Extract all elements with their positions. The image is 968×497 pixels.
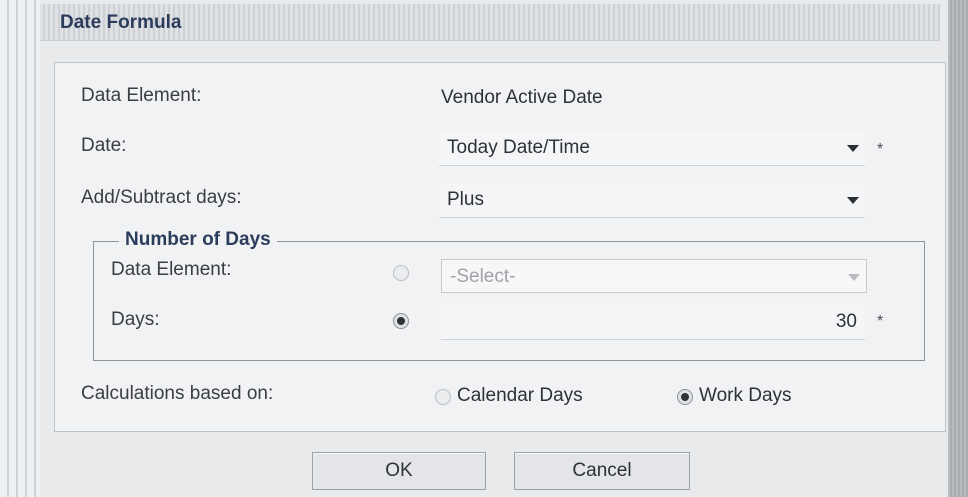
days-label: Days: — [111, 309, 160, 330]
date-formula-dialog: Date Formula Data Element: Vendor Active… — [40, 0, 948, 497]
days-data-element-select[interactable]: -Select- — [441, 259, 867, 293]
required-marker: * — [877, 141, 884, 158]
chevron-down-icon — [847, 145, 859, 152]
add-subtract-select[interactable]: Plus — [439, 183, 865, 218]
calendar-days-radio[interactable] — [435, 389, 451, 405]
date-label: Date: — [81, 135, 127, 156]
date-select-value: Today Date/Time — [447, 137, 590, 158]
data-element-value: Vendor Active Date — [441, 87, 603, 108]
required-marker: * — [877, 313, 884, 330]
form-panel: Data Element: Vendor Active Date Date: T… — [54, 62, 946, 432]
data-element-radio[interactable] — [393, 265, 409, 281]
data-element-label: Data Element: — [81, 85, 202, 106]
days-data-element-label: Data Element: — [111, 259, 232, 280]
chevron-down-icon — [847, 197, 859, 204]
background-window-edge — [0, 0, 40, 497]
cancel-button[interactable]: Cancel — [514, 452, 690, 490]
add-subtract-select-value: Plus — [447, 189, 484, 210]
dialog-title: Date Formula — [60, 12, 182, 33]
days-input-value: 30 — [835, 311, 857, 332]
days-input[interactable]: 30 — [441, 305, 865, 340]
chevron-down-icon — [848, 274, 860, 281]
work-days-radio[interactable] — [677, 389, 693, 405]
calendar-days-label[interactable]: Calendar Days — [457, 385, 583, 407]
days-radio[interactable] — [393, 313, 409, 329]
ok-button[interactable]: OK — [312, 452, 486, 490]
add-subtract-label: Add/Subtract days: — [81, 187, 242, 208]
work-days-label[interactable]: Work Days — [699, 385, 792, 407]
number-of-days-legend: Number of Days — [119, 229, 277, 251]
dialog-title-bar: Date Formula — [40, 4, 940, 41]
date-select[interactable]: Today Date/Time — [439, 131, 865, 166]
calculations-label: Calculations based on: — [81, 383, 274, 404]
days-data-element-select-placeholder: -Select- — [450, 266, 516, 287]
